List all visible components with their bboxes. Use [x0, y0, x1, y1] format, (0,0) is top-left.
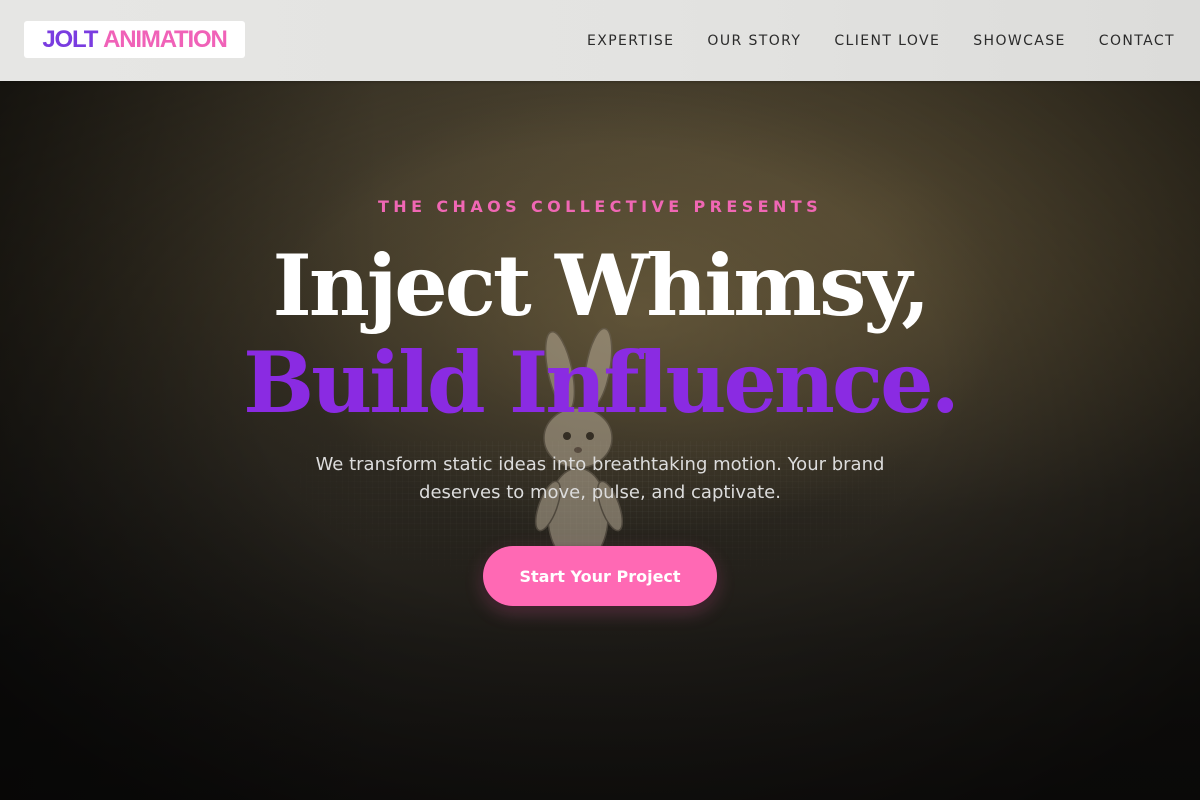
- brand-logo-word-1: JOLT: [42, 25, 98, 53]
- hero-headline-line-2: Build Influence.: [243, 333, 960, 432]
- main-nav: EXPERTISE OUR STORY CLIENT LOVE SHOWCASE…: [587, 0, 1175, 81]
- hero-vignette: [0, 81, 1200, 800]
- site-header: JOLT ANIMATION EXPERTISE OUR STORY CLIENT…: [0, 0, 1200, 81]
- nav-link-contact[interactable]: CONTACT: [1099, 33, 1175, 49]
- landing-page: JOLT ANIMATION EXPERTISE OUR STORY CLIENT…: [0, 0, 1200, 800]
- nav-link-client-love[interactable]: CLIENT LOVE: [834, 33, 940, 49]
- nav-link-expertise[interactable]: EXPERTISE: [587, 33, 674, 49]
- nav-link-our-story[interactable]: OUR STORY: [707, 33, 801, 49]
- nav-link-showcase[interactable]: SHOWCASE: [973, 33, 1066, 49]
- brand-logo-word-2: ANIMATION: [103, 25, 228, 53]
- start-project-button[interactable]: Start Your Project: [483, 546, 717, 606]
- hero-subcopy: We transform static ideas into breathtak…: [315, 454, 885, 503]
- hero-headline-line-1: Inject Whimsy,: [272, 236, 931, 335]
- hero-background: [0, 81, 1200, 800]
- brand-logo[interactable]: JOLT ANIMATION: [24, 21, 245, 58]
- hero-eyebrow: THE CHAOS COLLECTIVE PRESENTS: [377, 197, 823, 216]
